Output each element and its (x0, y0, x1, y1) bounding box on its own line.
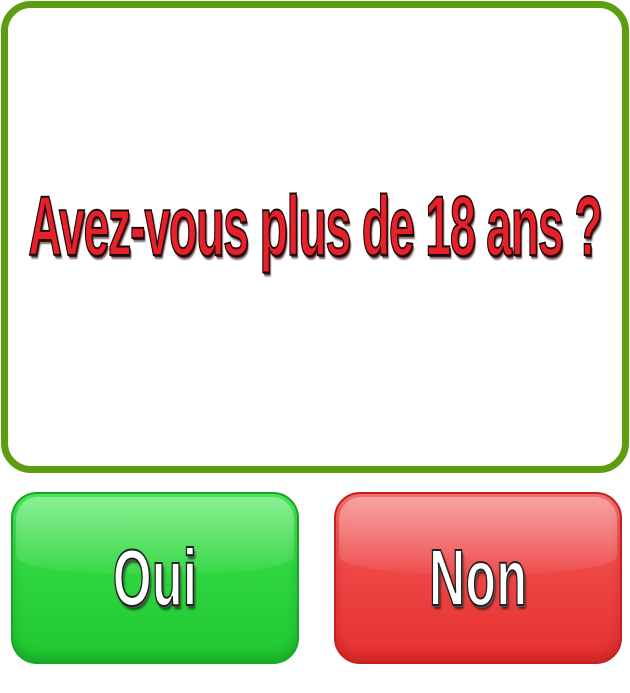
question-panel: Avez-vous plus de 18 ans ? (1, 1, 629, 473)
yes-button[interactable]: Oui (11, 492, 299, 664)
yes-button-label: Oui (112, 532, 198, 623)
no-button[interactable]: Non (334, 492, 622, 664)
no-button-label: Non (428, 532, 528, 623)
age-question: Avez-vous plus de 18 ans ? (28, 178, 603, 274)
question-wrap: Avez-vous plus de 18 ans ? (8, 176, 622, 276)
